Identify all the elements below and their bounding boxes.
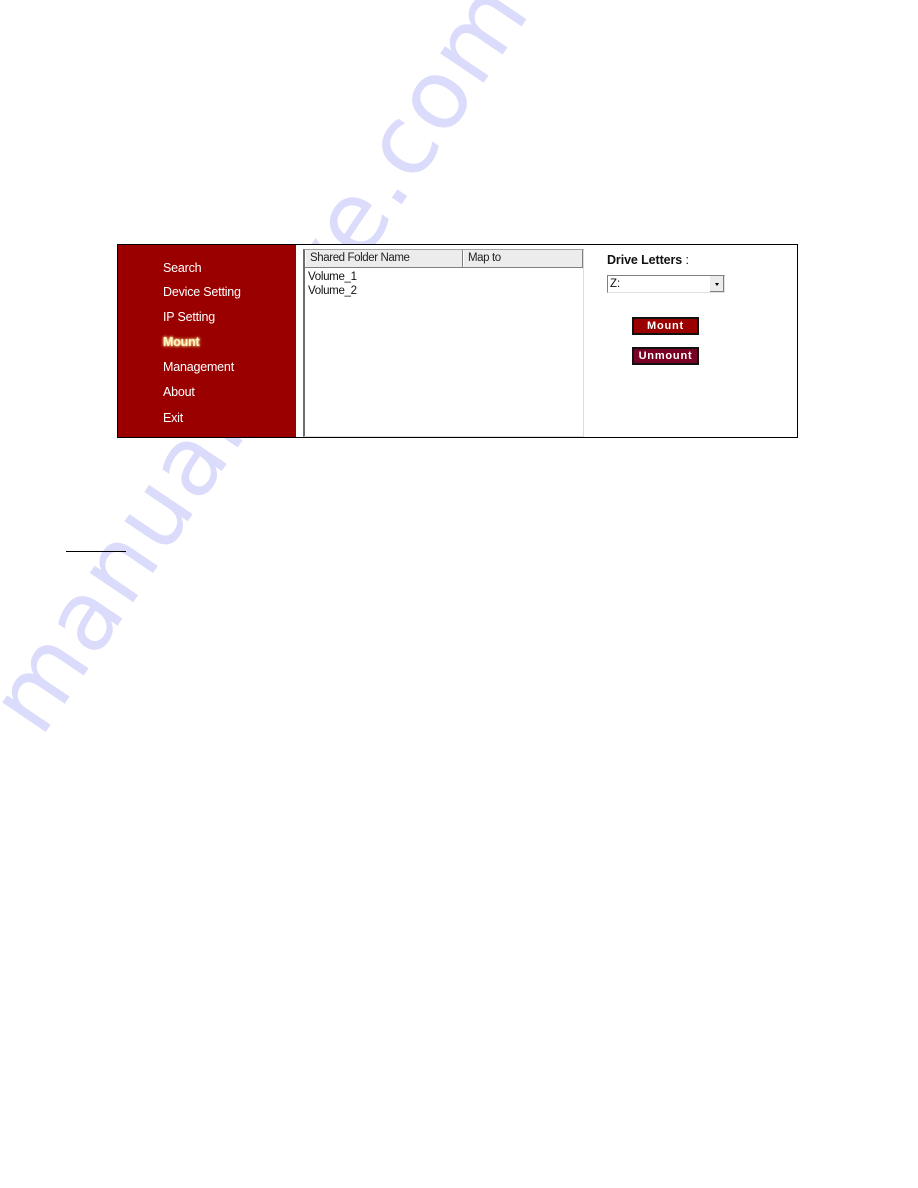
- sidebar-item-management[interactable]: Management: [163, 360, 234, 374]
- sidebar-divider: [296, 245, 300, 437]
- drive-letter-select[interactable]: Z:: [607, 275, 725, 293]
- column-header-map-to[interactable]: Map to: [463, 250, 583, 267]
- drive-letters-label: Drive Letters :: [607, 253, 689, 267]
- list-item[interactable]: Volume_2: [308, 284, 357, 298]
- list-item[interactable]: Volume_1: [308, 270, 357, 284]
- sidebar-item-about[interactable]: About: [163, 385, 195, 399]
- list-body: Volume_1 Volume_2: [308, 270, 357, 298]
- mount-button[interactable]: Mount: [632, 317, 699, 335]
- chevron-down-icon[interactable]: [709, 276, 724, 292]
- sidebar-item-search[interactable]: Search: [163, 261, 202, 275]
- drive-letters-label-text: Drive Letters: [607, 253, 683, 267]
- drive-letter-value: Z:: [610, 278, 621, 290]
- underline-divider: [66, 551, 126, 552]
- mount-screen-window: Search Device Setting IP Setting Mount M…: [117, 244, 798, 438]
- column-header-shared-folder-name[interactable]: Shared Folder Name: [305, 250, 463, 267]
- sidebar-item-ip-setting[interactable]: IP Setting: [163, 310, 215, 324]
- shared-folder-list[interactable]: Shared Folder Name Map to Volume_1 Volum…: [303, 249, 584, 437]
- sidebar-nav: Search Device Setting IP Setting Mount M…: [118, 245, 296, 437]
- drive-letters-label-colon: :: [682, 253, 689, 267]
- unmount-button[interactable]: Unmount: [632, 347, 699, 365]
- list-header: Shared Folder Name Map to: [305, 250, 583, 268]
- sidebar-item-device-setting[interactable]: Device Setting: [163, 285, 241, 299]
- sidebar-item-mount[interactable]: Mount: [163, 335, 200, 349]
- sidebar-item-exit[interactable]: Exit: [163, 411, 183, 425]
